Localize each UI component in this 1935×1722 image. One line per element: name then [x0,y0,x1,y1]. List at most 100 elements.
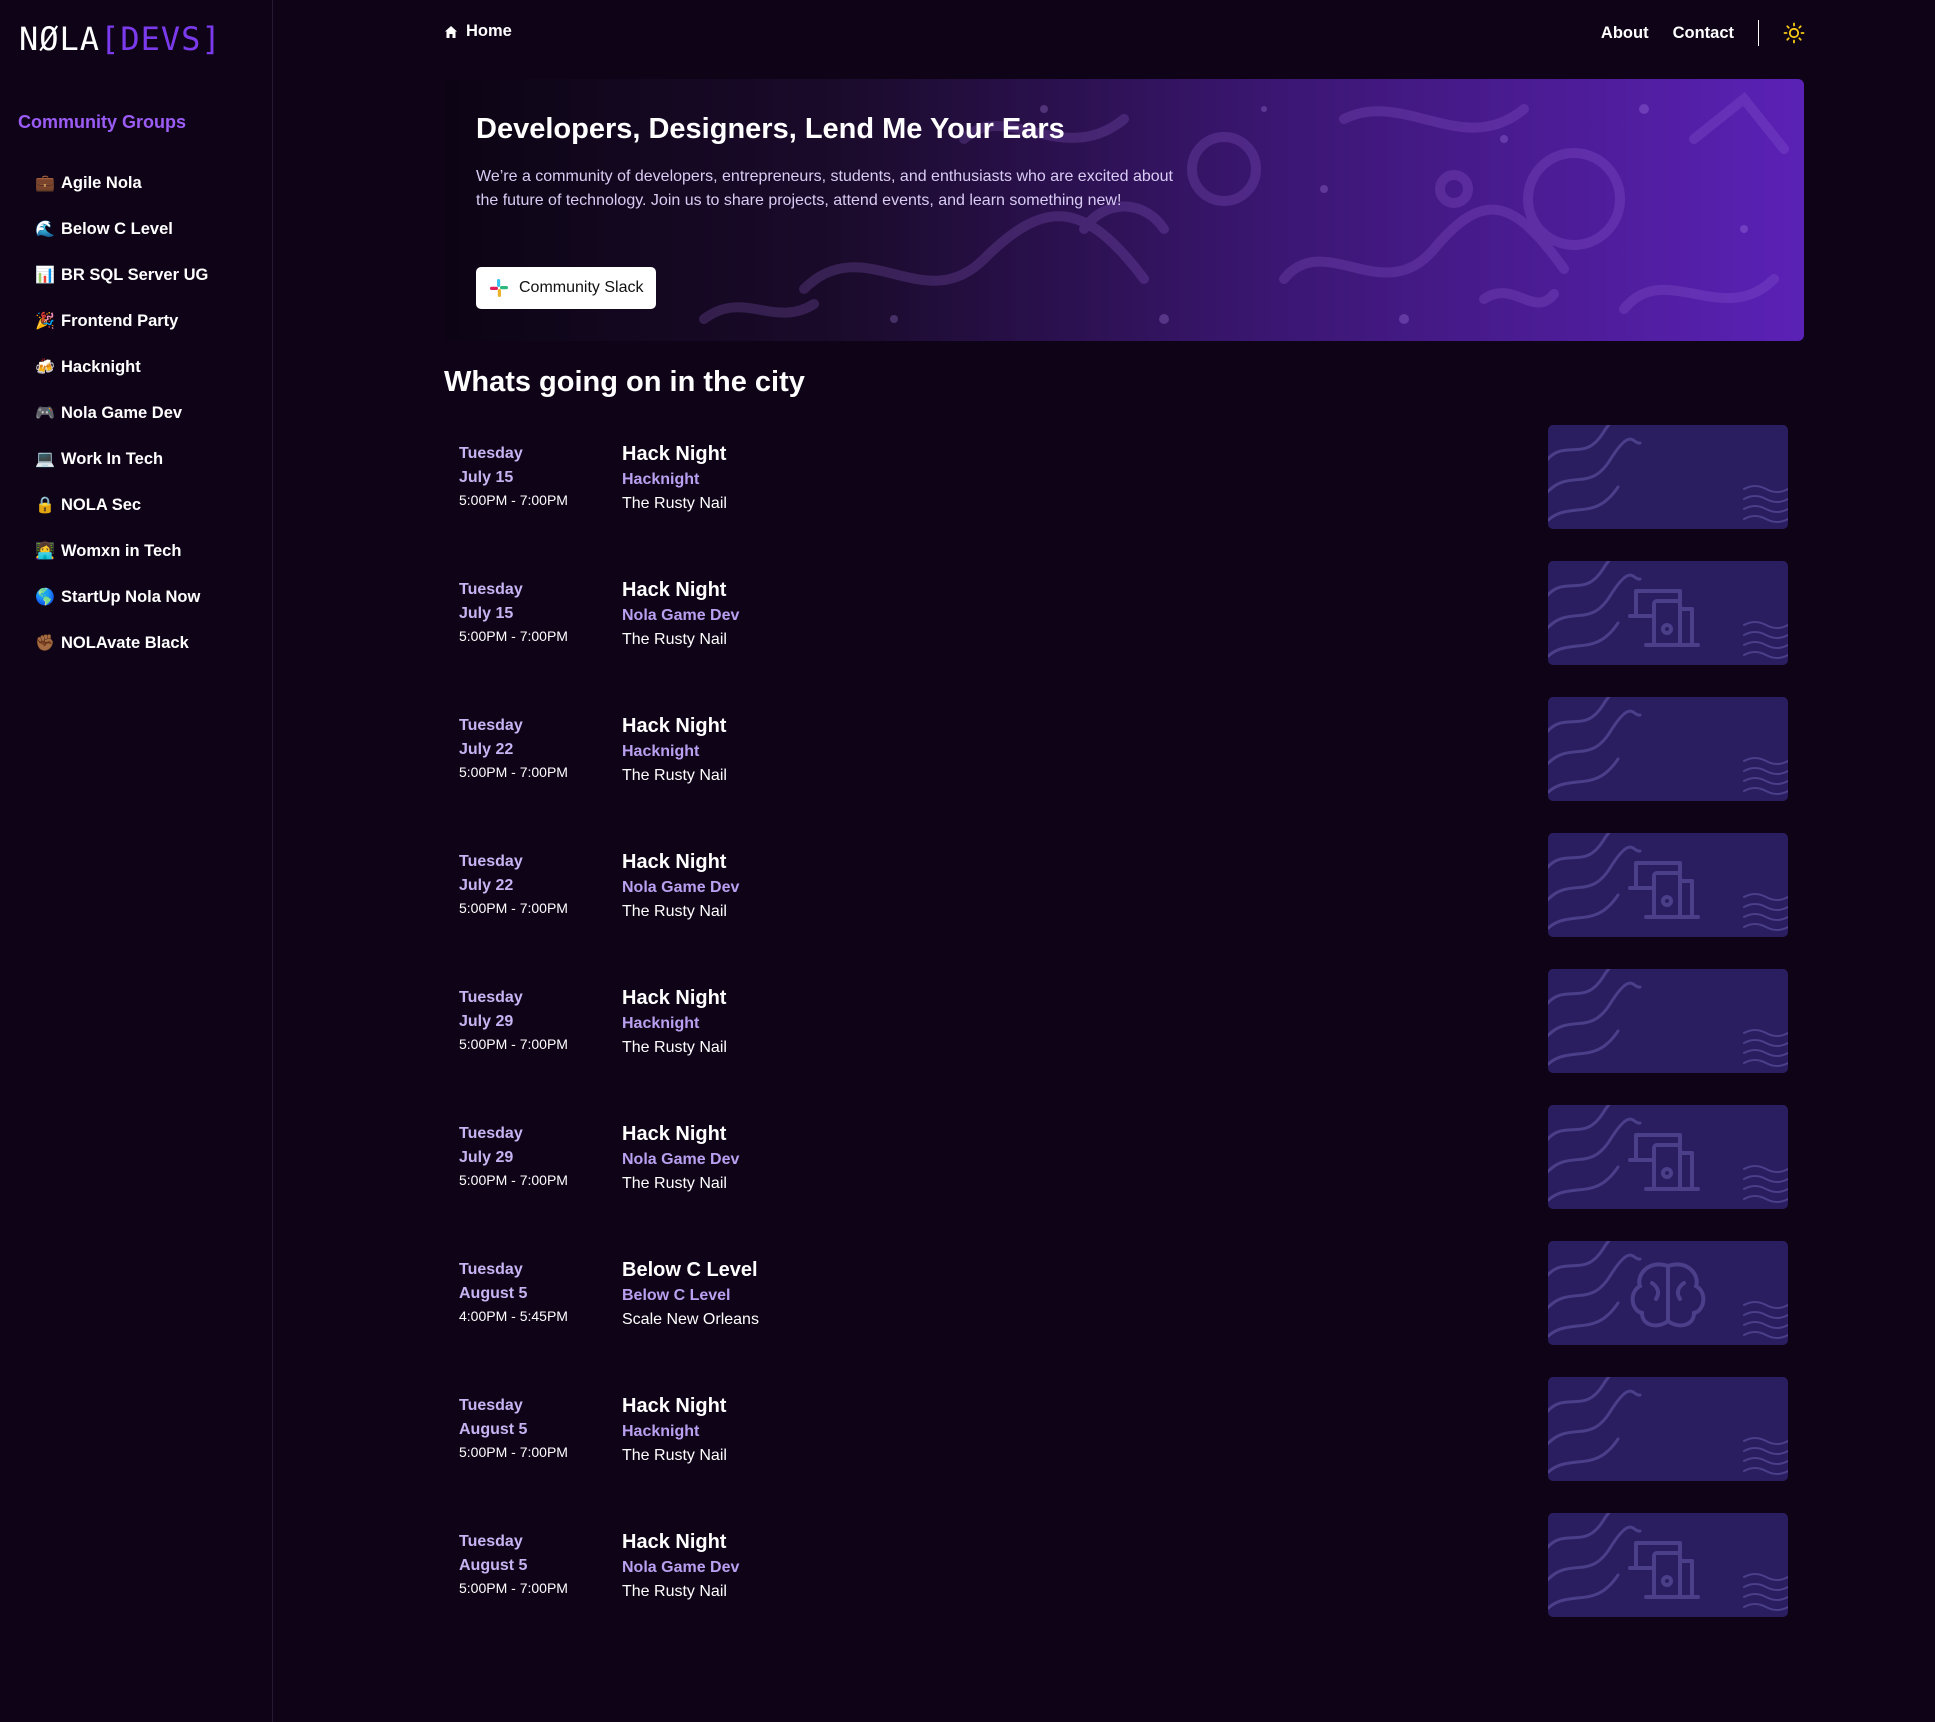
group-emoji-icon: 🌎 [35,589,55,606]
event-card[interactable]: Tuesday July 15 5:00PM - 7:00PM Hack Night H… [444,410,1804,546]
event-day: Tuesday [459,853,523,870]
nav-divider [1758,20,1759,46]
event-group[interactable]: Hacknight [622,1420,727,1444]
event-card[interactable]: Tuesday July 29 5:00PM - 7:00PM Hack Night H… [444,954,1804,1090]
group-emoji-icon: 🔒 [35,497,55,514]
top-nav: About Contact [1577,18,1805,48]
group-label: Hacknight [61,357,141,376]
event-thumbnail-devices-icon [1548,1105,1788,1209]
event-group[interactable]: Hacknight [622,468,727,492]
event-time: 5:00PM - 7:00PM [459,1172,568,1188]
hero-title: Developers, Designers, Lend Me Your Ears [476,113,1065,145]
events-section-title: Whats going on in the city [444,366,805,398]
event-time: 5:00PM - 7:00PM [459,764,568,780]
event-title[interactable]: Hack Night [622,984,727,1012]
event-card[interactable]: Tuesday August 5 5:00PM - 7:00PM Hack Night… [444,1498,1804,1634]
group-label: Work In Tech [61,449,164,468]
group-label: Frontend Party [61,311,179,330]
sidebar-group-item[interactable]: 🍻 Hacknight [35,344,208,390]
event-venue: The Rusty Nail [622,1175,727,1192]
events-list: Tuesday July 15 5:00PM - 7:00PM Hack Night H… [444,410,1804,1634]
event-venue: Scale New Orleans [622,1311,759,1328]
event-time: 5:00PM - 7:00PM [459,1036,568,1052]
sidebar-group-item[interactable]: 💻 Work In Tech [35,436,208,482]
event-thumbnail-pattern [1548,1377,1788,1481]
event-info: Hack Night Nola Game Dev The Rusty Nail [622,576,739,652]
event-group[interactable]: Nola Game Dev [622,876,739,900]
event-card[interactable]: Tuesday July 15 5:00PM - 7:00PM Hack Night N… [444,546,1804,682]
event-group[interactable]: Nola Game Dev [622,1148,739,1172]
event-group[interactable]: Hacknight [622,1012,727,1036]
event-title[interactable]: Hack Night [622,1392,727,1420]
event-day: Tuesday [459,445,523,462]
event-venue: The Rusty Nail [622,631,727,648]
sidebar-group-item[interactable]: 🎉 Frontend Party [35,298,208,344]
community-slack-button[interactable]: Community Slack [476,267,657,309]
event-date: Tuesday July 22 5:00PM - 7:00PM [459,850,568,918]
nav-about-link[interactable]: About [1601,24,1649,43]
event-group[interactable]: Below C Level [622,1284,759,1308]
event-day: Tuesday [459,1125,523,1142]
event-thumbnail-pattern [1548,697,1788,801]
slack-button-label: Community Slack [519,279,644,296]
nav-contact-link[interactable]: Contact [1673,24,1734,43]
sidebar-group-item[interactable]: 🎮 Nola Game Dev [35,390,208,436]
event-info: Hack Night Hacknight The Rusty Nail [622,1392,727,1468]
sidebar-heading: Community Groups [18,112,187,132]
event-day: Tuesday [459,1261,523,1278]
group-emoji-icon: 🌊 [35,221,55,238]
event-venue: The Rusty Nail [622,1447,727,1464]
event-title[interactable]: Below C Level [622,1256,759,1284]
site-logo[interactable]: NØLA[DEVS] [19,20,222,58]
hero-banner: Developers, Designers, Lend Me Your Ears… [444,79,1804,341]
event-thumbnail-brain-icon [1548,1241,1788,1345]
event-card[interactable]: Tuesday August 5 4:00PM - 5:45PM Below C Le… [444,1226,1804,1362]
sidebar-group-item[interactable]: 📊 BR SQL Server UG [35,252,208,298]
group-label: StartUp Nola Now [61,587,201,606]
event-date: Tuesday August 5 5:00PM - 7:00PM [459,1530,568,1598]
event-group[interactable]: Nola Game Dev [622,604,739,628]
event-month-day: July 29 [459,1013,514,1030]
event-date: Tuesday July 22 5:00PM - 7:00PM [459,714,568,782]
sidebar-group-item[interactable]: 👩‍💻 Womxn in Tech [35,528,208,574]
event-month-day: August 5 [459,1285,528,1302]
event-card[interactable]: Tuesday August 5 5:00PM - 7:00PM Hack Night… [444,1362,1804,1498]
sidebar-group-item[interactable]: 💼 Agile Nola [35,160,208,206]
event-group[interactable]: Nola Game Dev [622,1556,739,1580]
event-title[interactable]: Hack Night [622,576,739,604]
event-venue: The Rusty Nail [622,903,727,920]
group-emoji-icon: 💼 [35,175,55,192]
event-title[interactable]: Hack Night [622,440,727,468]
sidebar-group-item[interactable]: 🔒 NOLA Sec [35,482,208,528]
event-month-day: July 15 [459,605,514,622]
event-group[interactable]: Hacknight [622,740,727,764]
group-emoji-icon: 👩‍💻 [35,543,55,560]
home-icon [445,25,457,38]
sun-icon[interactable] [1783,22,1805,44]
sidebar-group-item[interactable]: ✊🏾 NOLAvate Black [35,620,208,666]
event-title[interactable]: Hack Night [622,1120,739,1148]
event-card[interactable]: Tuesday July 29 5:00PM - 7:00PM Hack Night N… [444,1090,1804,1226]
event-month-day: August 5 [459,1557,528,1574]
event-title[interactable]: Hack Night [622,848,739,876]
event-thumbnail-pattern [1548,425,1788,529]
event-venue: The Rusty Nail [622,1583,727,1600]
hero-description: We’re a community of developers, entrepr… [476,168,1173,209]
event-title[interactable]: Hack Night [622,1528,739,1556]
nav-home-link[interactable]: Home [444,22,512,41]
event-time: 5:00PM - 7:00PM [459,492,568,508]
group-label: NOLA Sec [61,495,142,514]
event-card[interactable]: Tuesday July 22 5:00PM - 7:00PM Hack Night N… [444,818,1804,954]
event-title[interactable]: Hack Night [622,712,727,740]
event-info: Hack Night Nola Game Dev The Rusty Nail [622,848,739,924]
sidebar-group-item[interactable]: 🌎 StartUp Nola Now [35,574,208,620]
sidebar-group-item[interactable]: 🌊 Below C Level [35,206,208,252]
event-date: Tuesday August 5 4:00PM - 5:45PM [459,1258,568,1326]
event-card[interactable]: Tuesday July 22 5:00PM - 7:00PM Hack Night H… [444,682,1804,818]
event-venue: The Rusty Nail [622,767,727,784]
event-date: Tuesday August 5 5:00PM - 7:00PM [459,1394,568,1462]
event-month-day: August 5 [459,1421,528,1438]
event-month-day: July 22 [459,877,514,894]
logo-text-nola: NØLA [19,20,101,58]
event-day: Tuesday [459,1397,523,1414]
